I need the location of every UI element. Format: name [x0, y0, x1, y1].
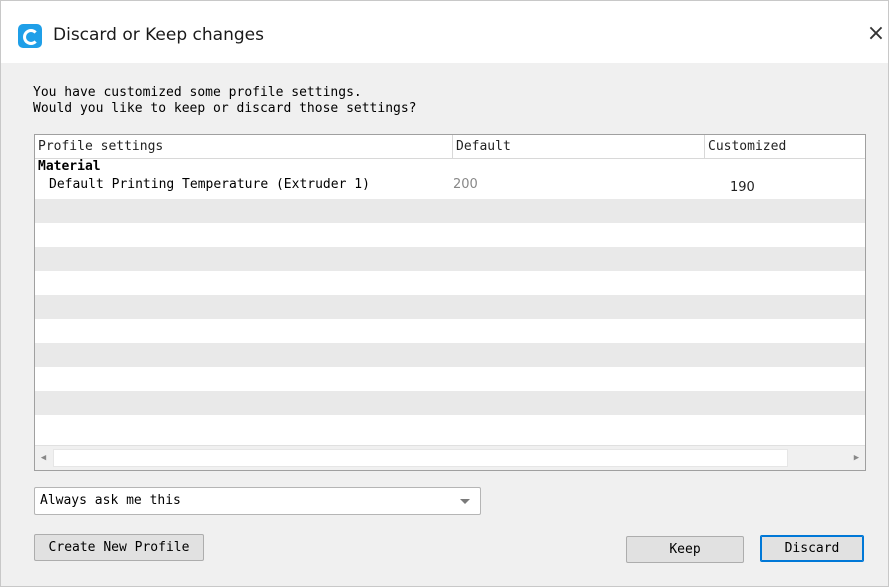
scroll-left-icon[interactable]: ◀: [35, 446, 52, 470]
setting-name: Default Printing Temperature (Extruder 1…: [49, 177, 370, 192]
table-row: [35, 199, 865, 223]
dropdown-selected-value: Always ask me this: [40, 493, 181, 508]
group-label-material: Material: [38, 159, 101, 174]
settings-table: Profile settings Default Customized Mate…: [34, 134, 866, 471]
table-row: [35, 247, 865, 271]
column-header-customized[interactable]: Customized: [705, 135, 865, 159]
scrollbar-thumb[interactable]: [53, 449, 788, 467]
chevron-down-icon: [460, 499, 470, 504]
table-row: [35, 415, 865, 439]
table-row: [35, 319, 865, 343]
horizontal-scrollbar[interactable]: ◀ ▶: [35, 445, 865, 470]
discard-button[interactable]: Discard: [760, 535, 864, 562]
setting-customized-value: 190: [730, 180, 755, 195]
column-header-default[interactable]: Default: [453, 135, 705, 159]
close-icon[interactable]: ×: [863, 19, 889, 49]
table-row: [35, 271, 865, 295]
table-row: [35, 295, 865, 319]
column-header-profile-settings[interactable]: Profile settings: [35, 135, 453, 159]
create-new-profile-button[interactable]: Create New Profile: [34, 534, 204, 561]
message-line-2: Would you like to keep or discard those …: [33, 101, 417, 116]
table-row: [35, 367, 865, 391]
title-bar: Discard or Keep changes ×: [1, 1, 888, 63]
app-logo-icon: [18, 24, 42, 48]
table-row: [35, 223, 865, 247]
dialog-title: Discard or Keep changes: [53, 25, 264, 45]
dialog-window: Discard or Keep changes × You have custo…: [0, 0, 889, 587]
dialog-message: You have customized some profile setting…: [33, 85, 417, 117]
scroll-right-icon[interactable]: ▶: [848, 446, 865, 470]
keep-button[interactable]: Keep: [626, 536, 744, 563]
table-row: [35, 343, 865, 367]
message-line-1: You have customized some profile setting…: [33, 85, 362, 100]
table-row: [35, 391, 865, 415]
setting-default-value: 200: [453, 177, 478, 192]
table-header: Profile settings Default Customized: [35, 135, 865, 159]
ask-preference-dropdown[interactable]: Always ask me this: [34, 487, 481, 515]
